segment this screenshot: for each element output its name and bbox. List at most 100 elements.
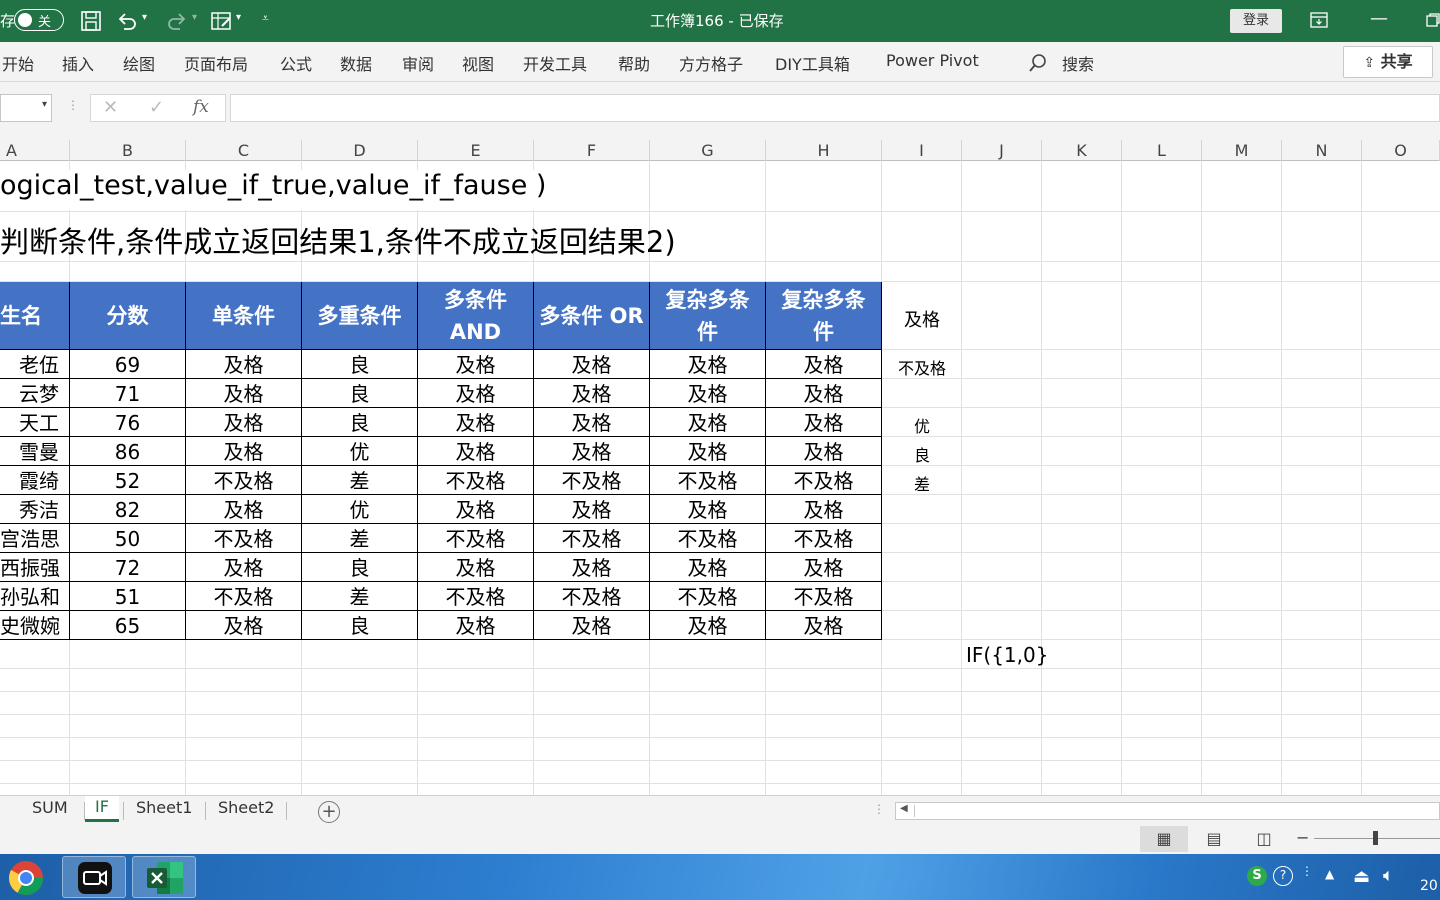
header-multi-level[interactable]: 多重条件	[302, 282, 418, 350]
cell-name[interactable]: 宫浩思	[0, 524, 70, 553]
column-header-e[interactable]: E	[418, 140, 534, 161]
tab-review[interactable]: 审阅	[402, 51, 434, 75]
cell-multi[interactable]: 良	[302, 611, 418, 640]
cell-single[interactable]: 及格	[186, 408, 302, 437]
cell-or[interactable]: 不及格	[534, 582, 650, 611]
customize-qat-icon[interactable]: ⩡	[262, 11, 269, 26]
form-dropdown-icon[interactable]: ▾	[236, 12, 241, 23]
cell-multi[interactable]: 差	[302, 466, 418, 495]
syntax-line-2[interactable]: 判断条件,条件成立返回结果1,条件不成立返回结果2)	[0, 219, 676, 261]
cell-or[interactable]: 及格	[534, 379, 650, 408]
formula-bar-grip-icon[interactable]: ⋮	[67, 98, 79, 112]
cell-and[interactable]: 不及格	[418, 524, 534, 553]
cell-complex-1[interactable]: 及格	[650, 379, 766, 408]
column-header-f[interactable]: F	[534, 140, 650, 161]
cell-complex-2[interactable]: 及格	[766, 408, 882, 437]
cell-complex-2[interactable]: 不及格	[766, 582, 882, 611]
tray-app-icon[interactable]: S	[1247, 866, 1267, 886]
column-header-i[interactable]: I	[882, 140, 962, 161]
side-good-label[interactable]: 良	[882, 442, 962, 466]
chrome-icon[interactable]	[6, 858, 46, 898]
column-header-h[interactable]: H	[766, 140, 882, 161]
tab-draw[interactable]: 绘图	[123, 51, 155, 75]
cell-complex-1[interactable]: 及格	[650, 437, 766, 466]
cell-single[interactable]: 不及格	[186, 466, 302, 495]
cell-complex-1[interactable]: 及格	[650, 408, 766, 437]
cell-score[interactable]: 72	[70, 553, 186, 582]
cell-name[interactable]: 云梦	[0, 379, 70, 408]
save-icon[interactable]	[80, 10, 102, 32]
name-box[interactable]: ▾	[0, 94, 52, 122]
side-pass-label[interactable]: 及格	[882, 306, 962, 332]
tab-fangfang[interactable]: 方方格子	[679, 51, 743, 75]
cell-single[interactable]: 及格	[186, 350, 302, 379]
column-header-k[interactable]: K	[1042, 140, 1122, 161]
autosave-toggle[interactable]: 关	[14, 9, 64, 31]
cell-multi[interactable]: 良	[302, 350, 418, 379]
cell-name[interactable]: 西振强	[0, 553, 70, 582]
redo-dropdown-icon[interactable]: ▾	[192, 12, 197, 23]
cell-complex-2[interactable]: 及格	[766, 611, 882, 640]
cell-and[interactable]: 及格	[418, 611, 534, 640]
cell-single[interactable]: 及格	[186, 553, 302, 582]
insert-function-icon[interactable]: fx	[193, 97, 209, 117]
cell-score[interactable]: 76	[70, 408, 186, 437]
cell-multi[interactable]: 差	[302, 524, 418, 553]
column-header-d[interactable]: D	[302, 140, 418, 161]
cell-complex-2[interactable]: 不及格	[766, 524, 882, 553]
cell-multi[interactable]: 优	[302, 437, 418, 466]
column-header-o[interactable]: O	[1362, 140, 1440, 161]
header-score[interactable]: 分数	[70, 282, 186, 350]
scroll-thumb[interactable]	[914, 805, 1434, 817]
tab-diy-toolbox[interactable]: DIY工具箱	[775, 51, 850, 75]
search-icon[interactable]	[1028, 53, 1048, 73]
cell-score[interactable]: 52	[70, 466, 186, 495]
cell-name[interactable]: 孙弘和	[0, 582, 70, 611]
tab-split-grip-icon[interactable]: ⋮	[873, 802, 885, 816]
name-box-dropdown-icon[interactable]: ▾	[42, 99, 47, 110]
cell-name[interactable]: 雪曼	[0, 437, 70, 466]
column-header-b[interactable]: B	[70, 140, 186, 161]
horizontal-scrollbar[interactable]: ◀	[895, 802, 1440, 820]
cell-multi[interactable]: 良	[302, 379, 418, 408]
cell-single[interactable]: 及格	[186, 379, 302, 408]
side-poor-label[interactable]: 差	[882, 471, 962, 495]
cell-name[interactable]: 霞绮	[0, 466, 70, 495]
cancel-icon[interactable]: ✕	[103, 97, 118, 118]
cell-name[interactable]: 天工	[0, 408, 70, 437]
column-header-a[interactable]: A	[0, 140, 70, 161]
tab-help[interactable]: 帮助	[618, 51, 650, 75]
cell-or[interactable]: 及格	[534, 350, 650, 379]
login-button[interactable]: 登录	[1230, 9, 1282, 33]
zoom-slider-thumb[interactable]	[1373, 831, 1378, 845]
cell-and[interactable]: 及格	[418, 553, 534, 582]
cell-and[interactable]: 及格	[418, 408, 534, 437]
cell-score[interactable]: 71	[70, 379, 186, 408]
tray-small-icon[interactable]: ⋮	[1301, 864, 1313, 878]
cell-and[interactable]: 及格	[418, 437, 534, 466]
cell-complex-2[interactable]: 不及格	[766, 466, 882, 495]
tab-home[interactable]: 开始	[2, 51, 34, 75]
cell-or[interactable]: 及格	[534, 408, 650, 437]
usb-device-icon[interactable]: ⏏	[1353, 866, 1370, 887]
header-and[interactable]: 多条件 AND	[418, 282, 534, 350]
sheet-tab-sum[interactable]: SUM	[32, 797, 68, 823]
column-header-j[interactable]: J	[962, 140, 1042, 161]
tab-developer[interactable]: 开发工具	[523, 51, 587, 75]
clock-text[interactable]: 20	[1420, 878, 1438, 894]
cell-score[interactable]: 86	[70, 437, 186, 466]
header-single-condition[interactable]: 单条件	[186, 282, 302, 350]
cell-complex-1[interactable]: 及格	[650, 611, 766, 640]
share-button[interactable]: ⇪ 共享	[1343, 46, 1433, 78]
cell-and[interactable]: 及格	[418, 350, 534, 379]
cell-single[interactable]: 及格	[186, 437, 302, 466]
cell-score[interactable]: 50	[70, 524, 186, 553]
cell-name[interactable]: 秀洁	[0, 495, 70, 524]
page-break-view-icon[interactable]: ◫	[1240, 826, 1288, 852]
cell-or[interactable]: 及格	[534, 495, 650, 524]
cell-multi[interactable]: 良	[302, 553, 418, 582]
sheet-tab-sheet1[interactable]: Sheet1	[136, 797, 192, 823]
cell-or[interactable]: 及格	[534, 437, 650, 466]
cell-complex-1[interactable]: 及格	[650, 350, 766, 379]
tab-view[interactable]: 视图	[462, 51, 494, 75]
